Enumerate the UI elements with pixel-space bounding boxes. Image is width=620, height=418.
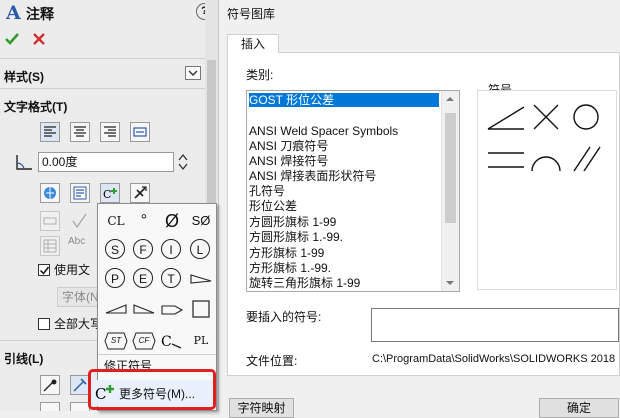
align-left-button[interactable] xyxy=(40,122,60,142)
lock-symbol-button[interactable] xyxy=(130,183,150,203)
category-label: 类别: xyxy=(246,68,274,82)
circle-l-symbol[interactable]: L xyxy=(188,237,214,263)
diameter-symbol[interactable]: Ø xyxy=(159,208,185,234)
use-doc-font-label: 使用文 xyxy=(54,263,91,277)
align-center-button[interactable] xyxy=(70,122,90,142)
circle-t-symbol[interactable]: T xyxy=(159,266,185,292)
search-symbol-icon[interactable]: C xyxy=(159,328,185,354)
more-symbols-item[interactable]: C 更多符号(M)... xyxy=(91,380,213,406)
collapse-chevron-icon[interactable] xyxy=(185,66,201,80)
spherical-diameter-symbol[interactable]: SØ xyxy=(188,208,214,234)
list-item[interactable]: 方形旗标 1.-99. xyxy=(249,261,331,275)
ok-check-icon[interactable] xyxy=(4,31,20,50)
tolerance-button[interactable] xyxy=(40,211,60,231)
insert-symbol-label: 要插入的符号: xyxy=(246,310,322,324)
hyperlink-button[interactable] xyxy=(40,183,60,203)
list-item[interactable]: ANSI 焊接符号 xyxy=(249,154,328,168)
justify-button[interactable] xyxy=(130,122,150,142)
flag-arrow-icon[interactable] xyxy=(159,296,185,322)
list-item[interactable]: GOST 形位公差 xyxy=(249,93,439,107)
category-list[interactable]: GOST 形位公差 ANSI Weld Spacer Symbols ANSI … xyxy=(246,90,460,292)
add-symbol-icon: C xyxy=(95,383,115,406)
insert-symbol-input[interactable] xyxy=(371,308,619,342)
file-location-value: C:\ProgramData\SolidWorks\SOLIDWORKS 201… xyxy=(372,353,616,365)
svg-text:A: A xyxy=(5,2,21,22)
svg-text:C: C xyxy=(161,334,172,350)
leader-style-button[interactable] xyxy=(40,375,60,395)
tab-insert[interactable]: 插入 xyxy=(227,34,279,53)
char-map-button[interactable]: 字符映射 xyxy=(229,398,294,418)
symbol-preview-box[interactable] xyxy=(477,90,617,290)
svg-text:C: C xyxy=(103,188,111,200)
angle-icon xyxy=(14,153,34,174)
leader-extra-button-2[interactable] xyxy=(70,402,90,411)
more-symbols-label: 更多符号(M)... xyxy=(119,387,195,401)
angle-input[interactable]: 0.00度 xyxy=(38,152,174,172)
text-format-section-header[interactable]: 文字格式(T) xyxy=(4,98,67,115)
list-item[interactable]: 旋转三角形旗标 1-99 xyxy=(249,276,360,290)
symbol-preview-icons xyxy=(487,104,601,172)
list-item[interactable]: 方形旗标 1-99 xyxy=(249,246,324,260)
checkbox-checked-icon xyxy=(38,264,50,276)
dialog-title: 符号图库 xyxy=(227,7,276,21)
add-symbol-button[interactable]: C xyxy=(100,183,120,203)
circle-s-symbol[interactable]: S xyxy=(103,237,129,263)
file-location-label: 文件位置: xyxy=(246,354,298,368)
angle-spinner-icon[interactable] xyxy=(177,152,189,175)
font-button[interactable]: 字体(N xyxy=(57,287,101,307)
symbol-popup-menu: CL ° Ø SØ S F I L P E T ST CF C PL 修正符号 xyxy=(88,203,217,411)
circle-f-symbol[interactable]: F xyxy=(131,237,157,263)
circle-i-symbol[interactable]: I xyxy=(159,237,185,263)
list-item[interactable]: 形位公差 xyxy=(249,199,297,213)
leader-section-header[interactable]: 引线(L) xyxy=(4,350,43,367)
all-caps-label: 全部大写 xyxy=(54,317,103,331)
list-item[interactable]: 方圆形旗标 1.-99. xyxy=(249,230,343,244)
leader-pin-button[interactable] xyxy=(70,375,90,395)
list-item[interactable]: 方圆形旗标 1-99 xyxy=(249,215,336,229)
category-scrollbar[interactable] xyxy=(441,91,459,291)
abc-icon[interactable]: Abc xyxy=(68,236,85,247)
cancel-x-icon[interactable] xyxy=(31,31,47,50)
ok-button[interactable]: 确定 xyxy=(539,398,619,418)
centerline-symbol[interactable]: CL xyxy=(103,208,129,234)
list-item[interactable]: ANSI Weld Spacer Symbols xyxy=(249,124,398,138)
parting-line-symbol[interactable]: PL xyxy=(188,328,214,354)
circle-e-symbol[interactable]: E xyxy=(131,266,157,292)
panel-title: 注释 xyxy=(26,6,54,22)
checkbox-unchecked-icon xyxy=(38,318,50,330)
link-property-button[interactable] xyxy=(70,183,90,203)
symbol-library-dialog: 符号图库 插入 类别: 符号 GOST 形位公差 ANSI Weld Space… xyxy=(219,0,620,418)
statistical-symbol[interactable]: ST xyxy=(103,328,129,354)
align-right-button[interactable] xyxy=(100,122,120,142)
taper-icon[interactable] xyxy=(188,266,214,292)
surface-finish-icon[interactable] xyxy=(70,211,90,234)
leader-extra-button-1[interactable] xyxy=(40,402,60,411)
square-symbol-icon[interactable] xyxy=(188,296,214,322)
degree-symbol[interactable]: ° xyxy=(131,208,157,234)
annotation-icon: A xyxy=(5,2,23,25)
list-item[interactable]: 孔符号 xyxy=(249,184,285,198)
svg-text:C: C xyxy=(95,385,106,403)
table-button[interactable] xyxy=(40,236,60,256)
continuous-feature-symbol[interactable]: CF xyxy=(131,328,157,354)
slope-left-icon[interactable] xyxy=(103,296,129,322)
list-item[interactable]: ANSI 刀痕符号 xyxy=(249,139,328,153)
style-section-header[interactable]: 样式(S) xyxy=(4,68,44,85)
slope-right-icon[interactable] xyxy=(131,296,157,322)
list-item[interactable]: ANSI 焊接表面形状符号 xyxy=(249,169,376,183)
circle-p-symbol[interactable]: P xyxy=(103,266,129,292)
